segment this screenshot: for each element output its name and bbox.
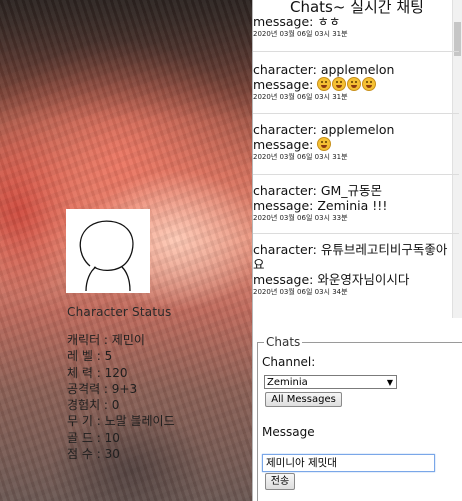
- stat-level: 레 벨 : 5: [67, 349, 113, 364]
- message-divider: [253, 174, 459, 175]
- message-time: 2020년 03월 06일 03시 34분: [253, 288, 348, 296]
- channel-label: Channel:: [262, 355, 316, 369]
- message-character: character: 유튜브레고티비구독좋아요: [253, 242, 448, 272]
- chat-form-legend: Chats: [266, 335, 301, 349]
- message-time: 2020년 03월 06일 03시 31분: [253, 93, 348, 101]
- character-status-title: Character Status: [67, 305, 172, 319]
- stat-hp: 체 력 : 120: [67, 365, 128, 380]
- send-button[interactable]: 전송: [265, 473, 295, 490]
- stat-gold: 골 드 : 10: [67, 430, 120, 445]
- chat-scrollbar[interactable]: [452, 0, 462, 318]
- chat-message: character: GM_규동몬 message: Zeminia !!! 2…: [253, 183, 452, 224]
- message-divider: [253, 233, 459, 234]
- grinning-emoji-icon: [362, 77, 377, 91]
- cat-emoji-icon: [317, 137, 332, 151]
- chat-message: character: applemelon message: 2020년 03월…: [253, 62, 452, 103]
- chat-message: message: ㅎㅎ 2020년 03월 06일 03시 31분: [253, 14, 452, 40]
- stat-attack: 공격력 : 9+3: [67, 381, 138, 396]
- message-label: Message: [262, 425, 315, 439]
- stat-character: 캐릭터 : 제민이: [67, 333, 145, 347]
- message-character: character: GM_규동몬: [253, 183, 383, 198]
- message-text: message:: [253, 77, 318, 92]
- chevron-down-icon: ▼: [386, 378, 393, 387]
- avatar-sketch-icon: [79, 220, 134, 292]
- message-input-value: 제미니아 제밋대: [266, 457, 337, 469]
- chat-header: Chats~ 실시간 채팅: [290, 0, 424, 14]
- stat-weapon: 무 기 : 노말 블레이드: [67, 414, 175, 429]
- stat-score: 점 수 : 30: [67, 447, 120, 462]
- grinning-emoji-icon: [347, 77, 362, 91]
- character-stats: 캐릭터 : 제민이 레 벨 : 5 체 력 : 120 공격력 : 9+3 경험…: [67, 332, 175, 462]
- stat-exp: 경험치 : 0: [67, 398, 120, 413]
- message-divider: [253, 113, 459, 114]
- message-time: 2020년 03월 06일 03시 31분: [253, 30, 348, 38]
- message-text: message:: [253, 137, 318, 152]
- channel-select[interactable]: Zeminia ▼: [264, 375, 397, 389]
- message-divider: [253, 51, 459, 52]
- channel-select-value: Zeminia: [267, 377, 308, 388]
- message-text: message: Zeminia !!!: [253, 198, 388, 213]
- message-text: message: ㅎㅎ: [253, 14, 341, 29]
- all-messages-button[interactable]: All Messages: [265, 392, 342, 407]
- chat-message: character: applemelon message: 2020년 03월…: [253, 122, 452, 163]
- grinning-emoji-icon: [317, 77, 332, 91]
- message-input[interactable]: 제미니아 제밋대: [262, 454, 435, 472]
- avatar: [66, 209, 150, 293]
- grinning-emoji-icon: [332, 77, 347, 91]
- chat-message: character: 유튜브레고티비구독좋아요 message: 와운영자님이시…: [253, 242, 449, 298]
- message-time: 2020년 03월 06일 03시 31분: [253, 153, 348, 161]
- message-character: character: applemelon: [253, 62, 395, 77]
- message-character: character: applemelon: [253, 122, 395, 137]
- message-text: message: 와운영자님이시다: [253, 272, 410, 287]
- message-time: 2020년 03월 06일 03시 33분: [253, 214, 348, 222]
